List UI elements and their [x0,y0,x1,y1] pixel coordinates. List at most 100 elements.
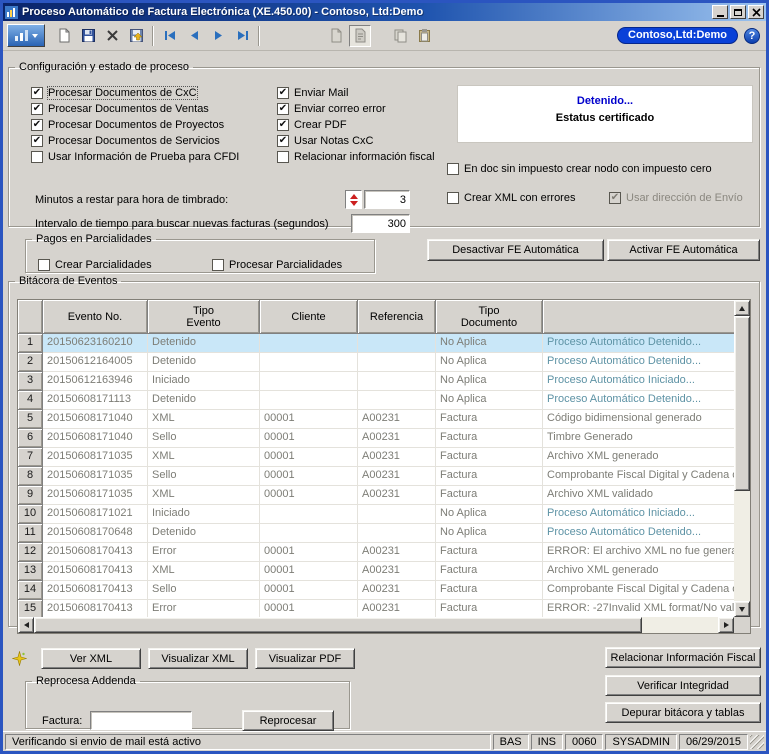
cell-cliente[interactable] [260,353,358,372]
cell-tipo-evento[interactable]: Iniciado [148,505,260,524]
cell-tipo-documento[interactable]: Factura [436,429,543,448]
cell-tipo-documento[interactable]: Factura [436,448,543,467]
cell-descripcion[interactable]: Archivo XML generado [543,562,736,581]
cell-referencia[interactable]: A00231 [358,581,436,600]
row-number[interactable]: 14 [18,581,43,600]
cell-referencia[interactable]: A00231 [358,448,436,467]
cell-evento[interactable]: 20150608170413 [43,543,148,562]
desactivar-fe-button[interactable]: Desactivar FE Automática [427,239,604,261]
checkbox-procesar-documentos-de-servicios[interactable]: Procesar Documentos de Servicios [31,133,239,149]
cell-descripcion[interactable]: Proceso Automático Detenido... [543,391,736,410]
cell-descripcion[interactable]: Comprobante Fiscal Digital y Cadena ori.… [543,467,736,486]
scroll-left-button[interactable] [18,617,34,633]
scroll-down-button[interactable] [734,601,750,617]
cell-tipo-evento[interactable]: Detenido [148,524,260,543]
checkbox-usar-notas-cxc[interactable]: Usar Notas CxC [277,133,435,149]
cell-evento[interactable]: 20150623160210 [43,334,148,353]
column-header-cliente[interactable]: Cliente [260,300,358,334]
cell-descripcion[interactable]: Timbre Generado [543,429,736,448]
checkbox-crear-parcialidades[interactable]: Crear Parcialidades [38,257,152,273]
minimize-button[interactable] [712,5,728,19]
horizontal-scroll-thumb[interactable] [34,617,642,633]
cell-evento[interactable]: 20150608171035 [43,448,148,467]
cell-referencia[interactable]: A00231 [358,410,436,429]
table-row[interactable]: 220150612164005DetenidoNo AplicaProceso … [18,353,736,372]
cell-tipo-documento[interactable]: No Aplica [436,505,543,524]
row-number[interactable]: 11 [18,524,43,543]
row-number[interactable]: 9 [18,486,43,505]
cell-cliente[interactable]: 00001 [260,467,358,486]
cell-tipo-documento[interactable]: Factura [436,581,543,600]
verificar-integridad-button[interactable]: Verificar Integridad [605,675,761,696]
cell-descripcion[interactable]: Proceso Automático Detenido... [543,334,736,353]
vertical-scrollbar[interactable] [734,300,750,617]
cell-tipo-documento[interactable]: No Aplica [436,524,543,543]
cell-descripcion[interactable]: Proceso Automático Detenido... [543,524,736,543]
cell-cliente[interactable] [260,524,358,543]
cell-referencia[interactable]: A00231 [358,467,436,486]
cell-referencia[interactable]: A00231 [358,429,436,448]
column-header-tipo-documento[interactable]: Tipo Documento [436,300,543,334]
cell-referencia[interactable] [358,372,436,391]
help-button[interactable]: ? [744,28,760,44]
cell-descripcion[interactable]: ERROR: El archivo XML no fue generado [543,543,736,562]
cell-tipo-documento[interactable]: Factura [436,562,543,581]
cell-tipo-evento[interactable]: XML [148,410,260,429]
paste-button[interactable] [413,25,435,47]
cell-descripcion[interactable]: Archivo XML validado [543,486,736,505]
activar-fe-button[interactable]: Activar FE Automática [607,239,760,261]
cell-tipo-evento[interactable]: Detenido [148,353,260,372]
cell-evento[interactable]: 20150608171035 [43,486,148,505]
table-row[interactable]: 620150608171040Sello00001A00231FacturaTi… [18,429,736,448]
cell-tipo-evento[interactable]: Iniciado [148,372,260,391]
cell-evento[interactable]: 20150608170413 [43,581,148,600]
checkbox-enviar-mail[interactable]: Enviar Mail [277,85,435,101]
cell-descripcion[interactable]: Proceso Automático Iniciado... [543,372,736,391]
row-number[interactable]: 1 [18,334,43,353]
cell-cliente[interactable]: 00001 [260,448,358,467]
table-row[interactable]: 120150623160210DetenidoNo AplicaProceso … [18,334,736,353]
cell-cliente[interactable]: 00001 [260,486,358,505]
cell-evento[interactable]: 20150608171035 [43,467,148,486]
table-row[interactable]: 820150608171035Sello00001A00231FacturaCo… [18,467,736,486]
previous-record-button[interactable] [183,25,205,47]
delete-button[interactable] [101,25,123,47]
cell-cliente[interactable] [260,334,358,353]
checkbox-enviar-correo-error[interactable]: Enviar correo error [277,101,435,117]
cell-referencia[interactable]: A00231 [358,562,436,581]
first-record-button[interactable] [159,25,181,47]
cell-tipo-evento[interactable]: XML [148,562,260,581]
cell-tipo-documento[interactable]: No Aplica [436,372,543,391]
last-record-button[interactable] [231,25,253,47]
cell-descripcion[interactable]: Proceso Automático Iniciado... [543,505,736,524]
table-row[interactable]: 1020150608171021IniciadoNo AplicaProceso… [18,505,736,524]
cell-cliente[interactable]: 00001 [260,543,358,562]
row-number[interactable]: 8 [18,467,43,486]
save-button[interactable] [77,25,99,47]
column-header-rownum[interactable] [18,300,43,334]
cell-evento[interactable]: 20150608171040 [43,429,148,448]
row-number[interactable]: 7 [18,448,43,467]
cell-tipo-evento[interactable]: Detenido [148,391,260,410]
resize-grip[interactable] [750,735,764,749]
table-row[interactable]: 1120150608170648DetenidoNo AplicaProceso… [18,524,736,543]
cell-referencia[interactable] [358,391,436,410]
table-row[interactable]: 1320150608170413XML00001A00231FacturaArc… [18,562,736,581]
timbrado-spinner[interactable] [345,190,362,209]
checkbox-procesar-documentos-de-ventas[interactable]: Procesar Documentos de Ventas [31,101,239,117]
checkbox-crear-xml-con-errores[interactable]: Crear XML con errores [447,190,575,206]
cell-descripcion[interactable]: Código bidimensional generado [543,410,736,429]
cell-tipo-evento[interactable]: Sello [148,467,260,486]
cell-tipo-evento[interactable]: Error [148,543,260,562]
cell-tipo-documento[interactable]: No Aplica [436,353,543,372]
row-number[interactable]: 3 [18,372,43,391]
column-header-descripcion[interactable] [543,300,736,334]
checkbox-procesar-documentos-de-cxc[interactable]: Procesar Documentos de CxC [31,85,239,101]
next-record-button[interactable] [207,25,229,47]
cell-referencia[interactable] [358,334,436,353]
cell-descripcion[interactable]: Archivo XML generado [543,448,736,467]
visualizar-pdf-button[interactable]: Visualizar PDF [255,648,355,669]
table-row[interactable]: 520150608171040XML00001A00231FacturaCódi… [18,410,736,429]
reprocesar-button[interactable]: Reprocesar [242,710,334,731]
checkbox-relacionar-informacion-fiscal[interactable]: Relacionar información fiscal [277,149,435,165]
